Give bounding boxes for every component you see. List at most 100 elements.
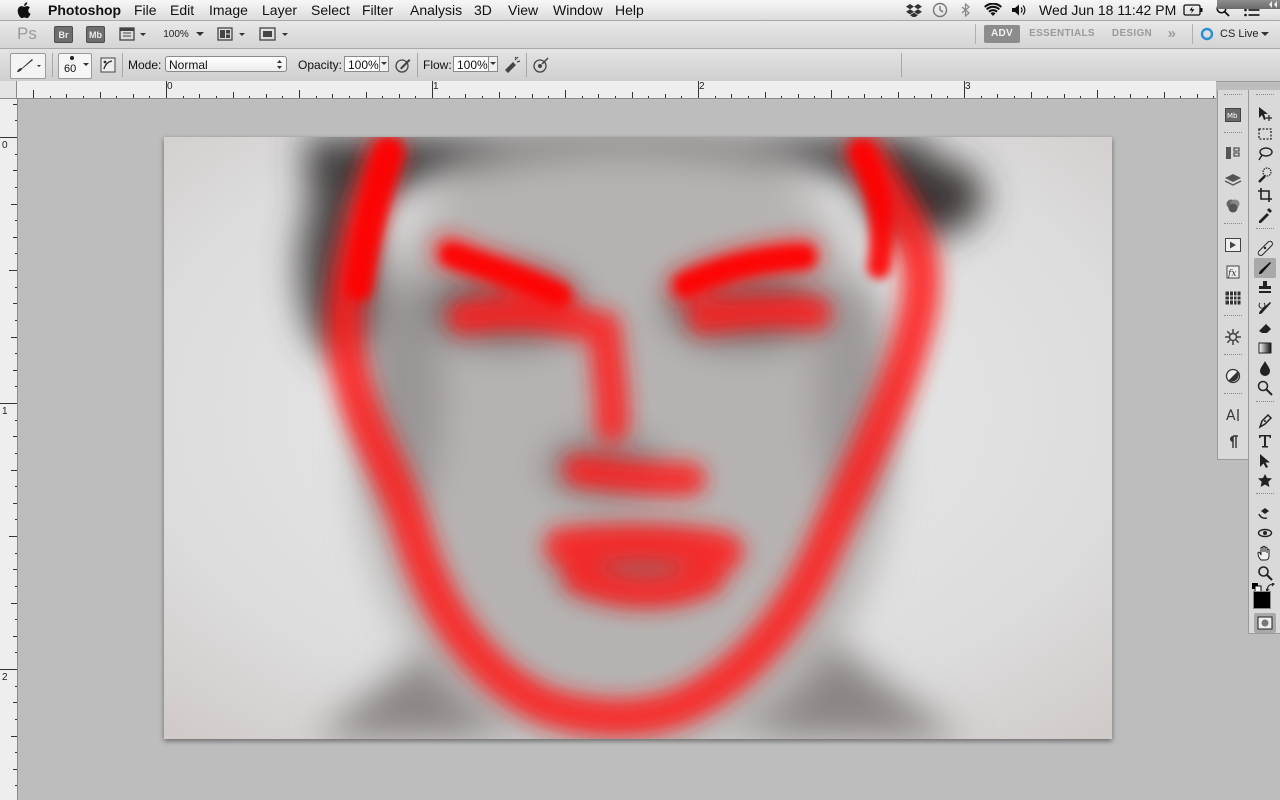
quick-mask-icon[interactable] — [1254, 613, 1276, 633]
launch-bridge-button[interactable]: Br — [54, 26, 73, 43]
pen-tool-icon[interactable] — [1254, 411, 1276, 431]
brush-tool-icon[interactable] — [1254, 258, 1276, 278]
brush-panel-toggle[interactable] — [99, 56, 117, 74]
view-extras-dropdown[interactable] — [118, 25, 150, 43]
gradient-tool-icon[interactable] — [1254, 338, 1276, 358]
zoom-level-dropdown[interactable]: 100% — [160, 25, 208, 43]
pressure-size-button[interactable] — [531, 55, 551, 75]
menu-filter[interactable]: Filter — [362, 0, 393, 20]
navigator-icon[interactable] — [1222, 327, 1244, 347]
tool-group-divider — [1256, 228, 1274, 231]
document-canvas[interactable] — [164, 137, 1112, 739]
shape-tool-icon[interactable] — [1254, 471, 1276, 491]
volume-icon[interactable] — [1010, 1, 1028, 19]
panel-dock-header[interactable] — [1217, 0, 1280, 9]
svg-text:A: A — [1226, 408, 1236, 423]
opacity-input[interactable]: 100% — [344, 56, 380, 72]
time-machine-icon[interactable] — [931, 1, 949, 19]
lasso-tool-icon[interactable] — [1254, 144, 1276, 164]
crop-tool-icon[interactable] — [1254, 185, 1276, 205]
type-tool-icon[interactable] — [1254, 431, 1276, 451]
history-brush-tool-icon[interactable] — [1254, 298, 1276, 318]
history-icon[interactable] — [1222, 143, 1244, 163]
menu-select[interactable]: Select — [311, 0, 350, 20]
paragraph-icon[interactable] — [1222, 432, 1244, 452]
dropbox-icon[interactable] — [905, 1, 923, 19]
menu-edit[interactable]: Edit — [170, 0, 194, 20]
brush-size-picker[interactable]: 60 — [58, 53, 92, 79]
panel-group-grip[interactable] — [1224, 354, 1242, 357]
3d-rotate-tool-icon[interactable] — [1254, 503, 1276, 523]
menubar-clock[interactable]: Wed Jun 18 11:42 PM — [1039, 0, 1176, 20]
move-tool-icon[interactable] — [1254, 104, 1276, 124]
airbrush-button[interactable] — [502, 55, 522, 75]
swatches-icon[interactable] — [1222, 288, 1244, 308]
screen-mode-dropdown[interactable] — [258, 25, 292, 43]
panel-group-grip[interactable] — [1224, 94, 1242, 97]
adjustments-icon[interactable] — [1222, 366, 1244, 386]
cs-live-label: CS Live — [1220, 28, 1259, 40]
dodge-tool-icon[interactable] — [1254, 378, 1276, 398]
panel-group-grip[interactable] — [1224, 223, 1242, 226]
photoshop-logo: Ps — [17, 24, 37, 43]
battery-icon[interactable] — [1182, 1, 1204, 19]
tools-panel-grip[interactable] — [1256, 94, 1274, 97]
menu-image[interactable]: Image — [209, 0, 248, 20]
apple-icon[interactable] — [15, 1, 33, 19]
ruler-origin[interactable] — [0, 81, 17, 99]
view-extras-icon — [119, 27, 146, 41]
workspace-adv[interactable]: ADV — [984, 25, 1020, 43]
launch-mini-bridge-button[interactable]: Mb — [86, 26, 105, 43]
quick-selection-tool-icon[interactable] — [1254, 165, 1276, 185]
horizontal-ruler[interactable]: 0 1 2 3 — [0, 81, 1216, 99]
zoom-tool-icon[interactable] — [1254, 563, 1276, 583]
menu-file[interactable]: File — [134, 0, 157, 20]
actions-icon[interactable] — [1222, 235, 1244, 255]
pressure-opacity-button[interactable] — [393, 55, 413, 75]
opacity-slider-toggle[interactable] — [380, 56, 389, 72]
more-workspaces-button[interactable]: » — [1162, 25, 1182, 43]
eraser-tool-icon[interactable] — [1254, 318, 1276, 338]
channels-icon[interactable] — [1222, 196, 1244, 216]
arrange-documents-dropdown[interactable] — [216, 25, 250, 43]
menu-help[interactable]: Help — [615, 0, 644, 20]
layers-icon[interactable] — [1222, 170, 1244, 190]
vertical-ruler[interactable]: 0 1 2 — [0, 99, 18, 800]
3d-orbit-tool-icon[interactable] — [1254, 523, 1276, 543]
cs-live-button[interactable]: CS Live — [1200, 25, 1270, 43]
styles-icon[interactable]: fx — [1222, 262, 1244, 282]
character-icon[interactable]: A — [1222, 405, 1244, 425]
wifi-icon[interactable] — [983, 1, 1003, 19]
workspace-essentials[interactable]: ESSENTIALS — [1028, 25, 1096, 43]
panel-group-grip[interactable] — [1224, 315, 1242, 318]
tool-group-divider — [1256, 493, 1274, 496]
workspace-design[interactable]: DESIGN — [1108, 25, 1156, 43]
mini-bridge-icon[interactable]: Mb — [1222, 105, 1244, 125]
path-selection-tool-icon[interactable] — [1254, 451, 1276, 471]
menu-3d[interactable]: 3D — [474, 0, 492, 20]
foreground-color-swatch[interactable] — [1253, 591, 1271, 609]
cs-live-chevron-icon — [1260, 32, 1269, 36]
bluetooth-icon[interactable] — [959, 1, 973, 19]
menu-bar: Photoshop File Edit Image Layer Select F… — [0, 0, 1280, 21]
panel-group-grip[interactable] — [1224, 393, 1242, 396]
marquee-tool-icon[interactable] — [1254, 124, 1276, 144]
menu-window[interactable]: Window — [553, 0, 603, 20]
blur-tool-icon[interactable] — [1254, 358, 1276, 378]
eyedropper-tool-icon[interactable] — [1254, 205, 1276, 225]
clone-stamp-tool-icon[interactable] — [1254, 278, 1276, 298]
menu-view[interactable]: View — [508, 0, 538, 20]
tools-panel — [1248, 90, 1280, 634]
hand-tool-icon[interactable] — [1254, 543, 1276, 563]
svg-text:Mb: Mb — [1227, 112, 1238, 120]
panel-group-grip[interactable] — [1224, 132, 1242, 135]
healing-brush-tool-icon[interactable] — [1254, 238, 1276, 258]
flow-slider-toggle[interactable] — [489, 56, 498, 72]
app-menu[interactable]: Photoshop — [48, 0, 121, 20]
flow-input[interactable]: 100% — [453, 56, 489, 72]
menu-layer[interactable]: Layer — [262, 0, 297, 20]
brush-tip-dot — [70, 56, 74, 60]
tool-preset-picker[interactable] — [10, 53, 46, 79]
blend-mode-select[interactable]: Normal — [165, 56, 287, 72]
menu-analysis[interactable]: Analysis — [410, 0, 462, 20]
